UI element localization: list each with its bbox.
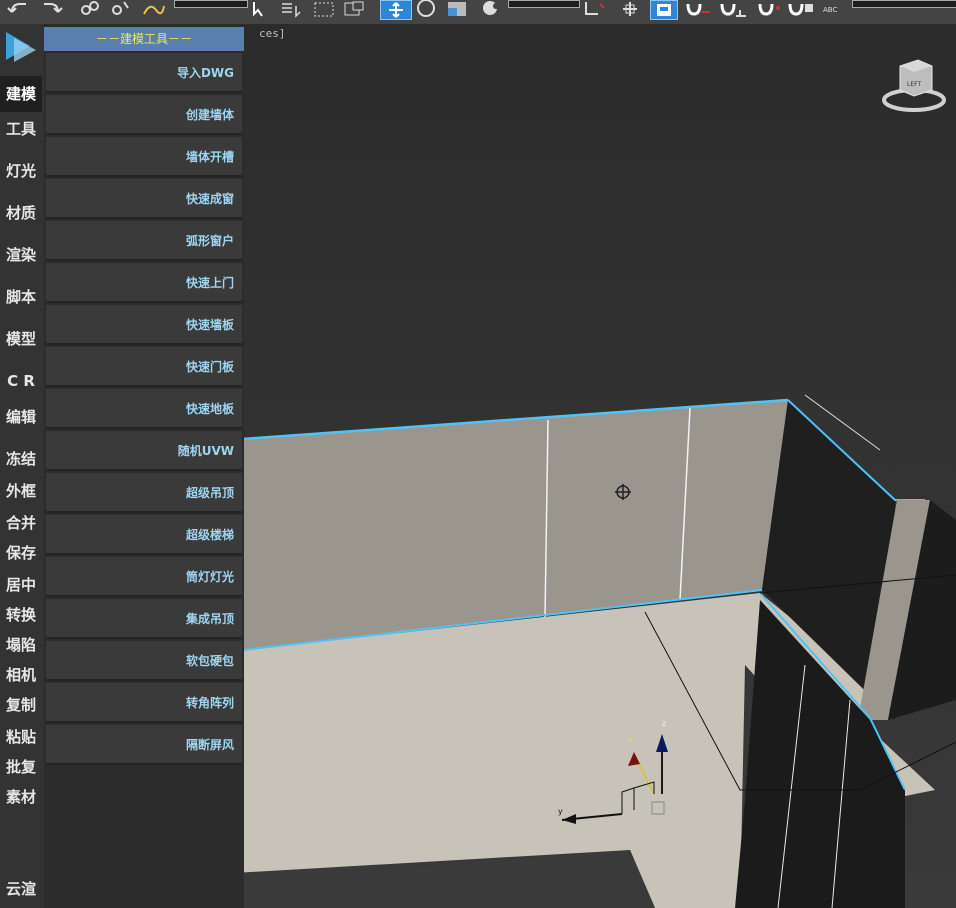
panel-tool-button[interactable]: 快速墙板 xyxy=(46,305,242,345)
gizmo-y-label: y xyxy=(558,807,563,816)
panel-tool-button[interactable]: 快速成窗 xyxy=(46,179,242,219)
move-icon xyxy=(389,2,403,18)
select-object-icon[interactable] xyxy=(250,0,276,18)
percent-snap-icon[interactable] xyxy=(756,0,786,18)
selection-filter-dropdown[interactable] xyxy=(174,0,248,8)
bind-spacewarp-icon[interactable] xyxy=(140,0,166,18)
select-move-button[interactable] xyxy=(380,0,412,20)
panel-tool-button[interactable]: 快速门板 xyxy=(46,347,242,387)
rail-item[interactable]: 材质 xyxy=(0,202,42,224)
rail-item[interactable]: 渲染 xyxy=(0,244,42,266)
rail-item[interactable]: 保存 xyxy=(0,542,42,564)
viewcube-face-label: LEFT xyxy=(907,81,921,88)
panel-tool-button[interactable]: 筒灯灯光 xyxy=(46,557,242,597)
angle-snap-icon[interactable] xyxy=(718,0,748,18)
panel-tool-button[interactable]: 软包硬包 xyxy=(46,641,242,681)
panel-tool-button[interactable]: 隔断屏风 xyxy=(46,725,242,765)
rail-item[interactable]: 灯光 xyxy=(0,160,42,182)
panel-tool-button[interactable]: 弧形窗户 xyxy=(46,221,242,261)
rail-item[interactable]: 批复 xyxy=(0,756,42,778)
pivot-center-icon[interactable] xyxy=(582,0,608,18)
redo-icon[interactable] xyxy=(38,0,64,18)
modeling-tools-panel: －－建模工具－－ 导入DWG 创建墙体 墙体开槽 快速成窗 弧形窗户 快速上门 快速墙板 快速… xyxy=(44,27,244,908)
panel-tool-button[interactable]: 超级吊顶 xyxy=(46,473,242,513)
panel-tool-button[interactable]: 墙体开槽 xyxy=(46,137,242,177)
window-crossing-icon[interactable] xyxy=(342,0,368,18)
rail-item[interactable]: 转换 xyxy=(0,604,42,626)
rail-item[interactable]: 脚本 xyxy=(0,286,42,308)
rail-item[interactable]: 工具 xyxy=(0,118,42,140)
app-logo-icon xyxy=(6,32,36,62)
panel-tool-button[interactable]: 转角阵列 xyxy=(46,683,242,723)
rotate-icon[interactable] xyxy=(414,0,440,18)
rail-item[interactable]: 合并 xyxy=(0,512,42,534)
panel-tool-button[interactable]: 导入DWG xyxy=(46,53,242,93)
undo-icon[interactable] xyxy=(6,0,32,18)
rail-item[interactable]: C R xyxy=(0,370,42,392)
select-by-name-icon[interactable] xyxy=(280,0,306,18)
rail-item[interactable]: 居中 xyxy=(0,574,42,596)
rail-item[interactable]: 塌陷 xyxy=(0,634,42,656)
viewcube[interactable]: LEFT xyxy=(874,56,946,124)
rail-item[interactable]: 冻结 xyxy=(0,448,42,470)
link-icon[interactable] xyxy=(78,0,102,18)
rail-item[interactable]: 编辑 xyxy=(0,406,42,428)
viewcube-icon: LEFT xyxy=(882,59,946,112)
rail-item[interactable]: 外框 xyxy=(0,480,42,502)
spinner-snap-icon[interactable] xyxy=(786,0,816,18)
rail-item[interactable]: 复制 xyxy=(0,694,42,716)
gizmo-z-label: z xyxy=(662,719,666,728)
named-selection-sets-dropdown[interactable] xyxy=(852,0,956,8)
rail-item[interactable]: 粘贴 xyxy=(0,726,42,748)
keyboard-shortcut-override-button[interactable] xyxy=(650,0,678,20)
edit-named-selection-button[interactable]: ABC xyxy=(822,0,844,22)
panel-tool-button[interactable]: 快速上门 xyxy=(46,263,242,303)
rail-item[interactable]: 模型 xyxy=(0,328,42,350)
panel-title: －－建模工具－－ xyxy=(44,27,244,51)
rail-item[interactable]: 建模 xyxy=(0,76,42,112)
scale-icon[interactable] xyxy=(446,0,472,18)
rail-item[interactable]: 相机 xyxy=(0,664,42,686)
keyboard-icon xyxy=(657,4,671,16)
select-and-manipulate-icon[interactable] xyxy=(618,0,644,18)
rectangular-selection-icon[interactable] xyxy=(312,0,338,18)
main-toolbar: ABC xyxy=(0,0,956,25)
panel-tool-button[interactable]: 集成吊顶 xyxy=(46,599,242,639)
panel-tool-button[interactable]: 快速地板 xyxy=(46,389,242,429)
panel-tool-button[interactable]: 创建墙体 xyxy=(46,95,242,135)
snaps-toggle-icon[interactable] xyxy=(684,0,714,18)
panel-tool-button[interactable]: 随机UVW xyxy=(46,431,242,471)
text-abc-icon: ABC xyxy=(823,6,838,14)
left-rail-menu: 建模工具灯光材质渲染脚本模型 C R 编辑冻结外框合并保存居中转换塌陷相机复制粘贴批… xyxy=(0,24,45,908)
gizmo-x-label: x xyxy=(628,735,633,744)
unlink-icon[interactable] xyxy=(108,0,132,18)
transform-gizmo[interactable]: x z y xyxy=(554,714,694,824)
place-icon[interactable] xyxy=(478,0,504,18)
reference-coordinate-dropdown[interactable] xyxy=(508,0,580,8)
rail-item[interactable]: 云渲 xyxy=(0,878,42,900)
panel-tool-button[interactable]: 超级楼梯 xyxy=(46,515,242,555)
rail-item[interactable]: 素材 xyxy=(0,786,42,808)
